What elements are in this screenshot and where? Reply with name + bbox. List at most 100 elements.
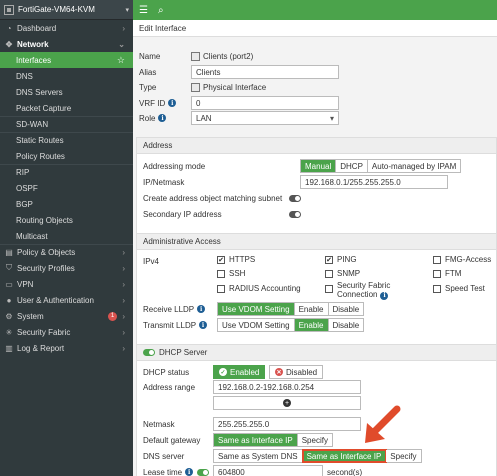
- trans-lldp-enable-button[interactable]: Enable: [294, 319, 329, 331]
- sidebar-item-system[interactable]: ⚙ System 1 ›: [0, 308, 133, 324]
- vrf-input[interactable]: 0: [191, 96, 339, 110]
- sidebar-item-label: Policy Routes: [16, 151, 65, 161]
- sidebar-item-user-auth[interactable]: ● User & Authentication ›: [0, 292, 133, 308]
- sidebar-item-packet-capture[interactable]: Packet Capture: [0, 100, 133, 116]
- mode-dhcp-button[interactable]: DHCP: [336, 160, 368, 172]
- https-label: HTTPS: [229, 255, 256, 264]
- ip-netmask-input[interactable]: 192.168.0.1/255.255.255.0: [300, 175, 448, 189]
- sidebar-item-log-report[interactable]: ▥ Log & Report ›: [0, 340, 133, 356]
- sidebar-item-interfaces[interactable]: Interfaces ☆: [0, 52, 133, 68]
- search-icon[interactable]: ⌕: [158, 5, 164, 16]
- sidebar-item-security-profiles[interactable]: ⛉ Security Profiles ›: [0, 260, 133, 276]
- sidebar-item-bgp[interactable]: BGP: [0, 196, 133, 212]
- name-label: Name: [139, 51, 161, 61]
- dhcp-status-label: DHCP status: [143, 367, 190, 377]
- chart-icon: ▥: [5, 343, 13, 353]
- recv-lldp-vdom-button[interactable]: Use VDOM Setting: [218, 303, 295, 315]
- lease-time-input[interactable]: 604800: [213, 465, 323, 476]
- trans-lldp-label: Transmit LLDP: [143, 320, 197, 330]
- policy-icon: ▤: [5, 248, 13, 257]
- fmg-checkbox[interactable]: FMG-Access: [433, 255, 491, 264]
- trans-lldp-vdom-button[interactable]: Use VDOM Setting: [218, 319, 295, 331]
- chevron-down-icon: ⌄: [118, 39, 125, 49]
- dns-specify-button[interactable]: Specify: [386, 450, 421, 462]
- sidebar-item-dns[interactable]: DNS: [0, 68, 133, 84]
- https-checkbox[interactable]: ✔ HTTPS: [217, 255, 255, 264]
- gear-icon: ⚙: [5, 311, 13, 321]
- sidebar-item-label: RIP: [16, 168, 30, 177]
- role-select[interactable]: LAN: [191, 111, 339, 125]
- dhcp-header-label: DHCP Server: [159, 348, 208, 357]
- range-row: Address range: [143, 380, 195, 394]
- fabric-label-line2-text: Connection: [337, 290, 378, 299]
- mode-manual-button[interactable]: Manual: [301, 160, 337, 172]
- info-icon[interactable]: i: [199, 321, 208, 329]
- sidebar-item-static-routes[interactable]: Static Routes: [0, 132, 133, 148]
- sidebar-item-ospf[interactable]: OSPF: [0, 180, 133, 196]
- snmp-checkbox[interactable]: SNMP: [325, 269, 360, 278]
- recv-lldp-enable-button[interactable]: Enable: [294, 303, 329, 315]
- dns-system-button[interactable]: Same as System DNS: [214, 450, 303, 462]
- fabric-checkbox[interactable]: Security Fabric Connection i: [325, 281, 390, 300]
- sidebar-item-sd-wan[interactable]: SD-WAN: [0, 116, 133, 132]
- sidebar-item-network[interactable]: ✥ Network ⌄: [0, 36, 133, 52]
- sidebar-item-multicast[interactable]: Multicast: [0, 228, 133, 244]
- user-icon: ●: [6, 295, 12, 305]
- check-circle-icon: ✓: [219, 368, 227, 376]
- info-icon[interactable]: i: [168, 99, 177, 107]
- secondary-ip-toggle[interactable]: [289, 211, 301, 218]
- sidebar-item-policy-objects[interactable]: ▤ Policy & Objects ›: [0, 244, 133, 260]
- mode-ipam-button[interactable]: Auto-managed by IPAM: [367, 160, 461, 172]
- sidebar-item-dns-servers[interactable]: DNS Servers: [0, 84, 133, 100]
- sidebar-item-security-fabric[interactable]: ✳ Security Fabric ›: [0, 324, 133, 340]
- chevron-down-icon[interactable]: ▾: [125, 6, 129, 14]
- ftm-checkbox[interactable]: FTM: [433, 269, 461, 278]
- disabled-circle-icon: ✕: [275, 368, 283, 376]
- secondary-label: Secondary IP address: [143, 209, 222, 219]
- sidebar-item-label: Security Profiles: [17, 263, 75, 273]
- fabric-icon: ✳: [5, 327, 13, 337]
- sidebar-item-vpn[interactable]: ▭ VPN ›: [0, 276, 133, 292]
- lease-toggle[interactable]: [197, 468, 210, 476]
- alias-input[interactable]: Clients: [191, 65, 339, 79]
- dhcp-disabled-button[interactable]: ✕ Disabled: [269, 365, 324, 379]
- name-value: Clients (port2): [191, 49, 253, 63]
- info-icon[interactable]: i: [197, 305, 206, 313]
- ipv4-label: IPv4: [143, 256, 160, 266]
- radius-checkbox[interactable]: RADIUS Accounting: [217, 284, 301, 293]
- recv-lldp-label: Receive LLDP: [143, 304, 195, 314]
- type-text: Physical Interface: [203, 82, 267, 92]
- sidebar-item-label: SD-WAN: [16, 120, 49, 129]
- info-icon[interactable]: i: [158, 114, 167, 122]
- chevron-right-icon: ›: [122, 311, 125, 321]
- ssh-checkbox[interactable]: SSH: [217, 269, 245, 278]
- sidebar-item-routing-objects[interactable]: Routing Objects: [0, 212, 133, 228]
- device-header[interactable]: FortiGate-VM64-KVM ▾: [0, 0, 133, 20]
- netmask-input[interactable]: 255.255.255.0: [213, 417, 361, 431]
- sidebar-item-policy-routes[interactable]: Policy Routes: [0, 148, 133, 164]
- gateway-specify-button[interactable]: Specify: [297, 434, 332, 446]
- checkbox-checked-icon: ✔: [217, 256, 225, 264]
- sidebar-item-rip[interactable]: RIP: [0, 164, 133, 180]
- dhcp-enabled-button[interactable]: ✓ Enabled: [213, 365, 266, 379]
- info-icon[interactable]: i: [185, 468, 194, 476]
- menu-icon[interactable]: ☰: [139, 5, 148, 16]
- trans-lldp-disable-button[interactable]: Disable: [328, 319, 364, 331]
- speed-test-checkbox[interactable]: Speed Test: [433, 284, 485, 293]
- secondary-row: Secondary IP address: [143, 207, 222, 221]
- address-range-input[interactable]: 192.168.0.2-192.168.0.254: [213, 380, 361, 394]
- create-obj-toggle[interactable]: [289, 195, 301, 202]
- chevron-right-icon: ›: [122, 343, 125, 353]
- add-range-button[interactable]: +: [213, 396, 361, 410]
- netmask-row: Netmask: [143, 417, 175, 431]
- dhcp-server-toggle[interactable]: [143, 349, 155, 356]
- type-label: Type: [139, 82, 157, 92]
- sidebar-item-dashboard[interactable]: ◔ Dashboard ›: [0, 20, 133, 36]
- gateway-same-button[interactable]: Same as Interface IP: [214, 434, 298, 446]
- star-icon[interactable]: ☆: [117, 55, 125, 66]
- device-title: FortiGate-VM64-KVM: [18, 5, 95, 14]
- recv-lldp-disable-button[interactable]: Disable: [328, 303, 364, 315]
- info-icon[interactable]: i: [380, 291, 389, 300]
- ping-checkbox[interactable]: ✔ PING: [325, 255, 357, 264]
- dns-interface-ip-button[interactable]: Same as Interface IP: [301, 449, 388, 463]
